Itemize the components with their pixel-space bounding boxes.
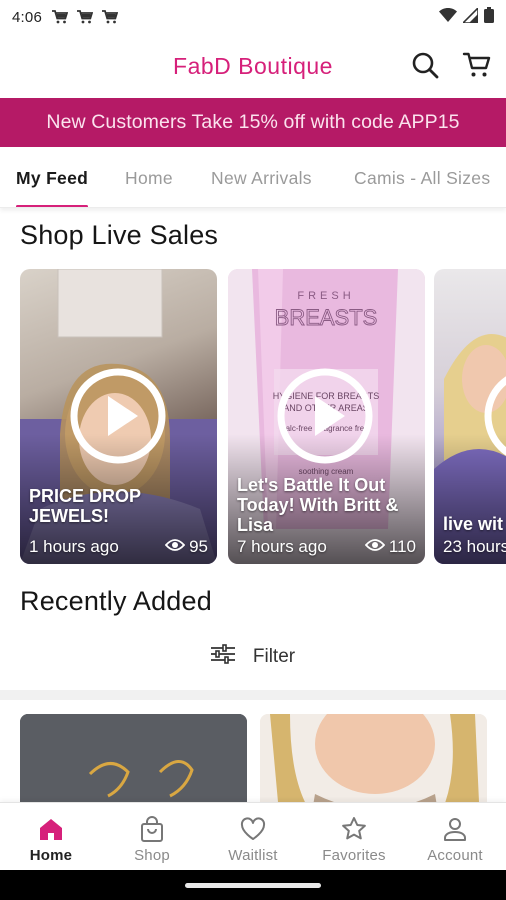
app-title: FabD Boutique [173, 52, 333, 79]
category-tabs: My Feed Home New Arrivals Camis - All Si… [0, 147, 506, 208]
section-divider [0, 690, 506, 700]
tab-home[interactable]: Home [125, 147, 173, 207]
view-count: 110 [388, 537, 416, 556]
nav-waitlist[interactable]: Waitlist [203, 803, 303, 871]
play-icon[interactable] [68, 366, 168, 466]
star-icon [340, 815, 368, 843]
cart-icon [102, 10, 118, 24]
live-sale-views: 110 [364, 537, 416, 557]
nav-label: Waitlist [228, 847, 278, 864]
wifi-icon [439, 7, 457, 27]
nav-shop[interactable]: Shop [102, 803, 202, 871]
live-sale-time: 1 hours ago [29, 537, 119, 556]
view-count: 95 [189, 537, 208, 556]
nav-home[interactable]: Home [1, 803, 101, 871]
live-sale-card[interactable]: live wit 23 hours [434, 269, 506, 564]
active-tab-indicator [16, 205, 89, 207]
search-icon[interactable] [411, 51, 439, 79]
bottom-nav: Home Shop Waitlist Favorites Account [0, 802, 506, 870]
section-title-recently-added: Recently Added [20, 586, 212, 616]
eye-icon [364, 537, 386, 557]
product-thumbnail [20, 714, 247, 802]
signal-icon [461, 5, 479, 27]
live-sale-time: 7 hours ago [237, 537, 327, 556]
play-icon[interactable] [275, 366, 375, 466]
tab-label: Home [125, 168, 173, 188]
live-sales-carousel[interactable]: PRICE DROP JEWELS! 1 hours ago 95 FRESH … [0, 269, 506, 564]
nav-favorites[interactable]: Favorites [304, 803, 404, 871]
product-label-text: FRESH [297, 290, 354, 302]
status-bar: 4:06 [0, 0, 506, 34]
promo-text: New Customers Take 15% off with code APP… [46, 111, 460, 133]
person-icon [441, 815, 469, 843]
home-gesture-handle[interactable] [185, 883, 321, 888]
heart-icon [239, 815, 267, 843]
promo-banner[interactable]: New Customers Take 15% off with code APP… [0, 98, 506, 147]
product-grid[interactable] [0, 714, 506, 802]
status-time: 4:06 [12, 8, 42, 26]
nav-label: Shop [134, 847, 170, 864]
nav-label: Account [427, 847, 483, 864]
live-sale-title: PRICE DROP JEWELS! [29, 486, 141, 526]
live-sale-views: 95 [164, 537, 208, 557]
cart-icon [52, 10, 68, 24]
live-sale-card[interactable]: FRESH BREASTS HYGIENE FOR BREASTS AND OT… [228, 269, 425, 564]
live-sale-title: live wit [443, 514, 504, 534]
product-label-text: BREASTS [275, 305, 378, 330]
filter-label: Filter [252, 646, 296, 667]
product-card[interactable] [20, 714, 247, 802]
live-sale-title: Let's Battle It Out Today! With Britt & … [237, 475, 399, 535]
cart-icon[interactable] [462, 50, 492, 80]
tab-label: My Feed [16, 168, 89, 188]
nav-account[interactable]: Account [405, 803, 505, 871]
eye-icon [164, 537, 186, 557]
play-icon[interactable] [482, 366, 506, 466]
filter-button[interactable]: Filter [0, 640, 506, 674]
tab-my-feed[interactable]: My Feed [16, 147, 89, 207]
cart-icon [77, 10, 93, 24]
system-navigation-bar [0, 870, 506, 900]
live-sale-time: 23 hours [443, 537, 506, 556]
app-bar: FabD Boutique [0, 34, 506, 98]
live-sale-card[interactable]: PRICE DROP JEWELS! 1 hours ago 95 [20, 269, 217, 564]
shopping-bag-icon [138, 815, 166, 843]
tab-camis-all-sizes[interactable]: Camis - All Sizes [354, 147, 491, 207]
product-thumbnail [260, 714, 487, 802]
nav-label: Home [29, 847, 73, 864]
sliders-icon [210, 644, 235, 670]
nav-label: Favorites [322, 847, 386, 864]
battery-icon [484, 7, 494, 27]
product-card[interactable] [260, 714, 487, 802]
tab-label: New Arrivals [211, 168, 312, 188]
tab-new-arrivals[interactable]: New Arrivals [211, 147, 312, 207]
section-title-live-sales: Shop Live Sales [20, 220, 219, 250]
home-icon [37, 815, 65, 843]
tab-label: Camis - All Sizes [354, 168, 491, 188]
